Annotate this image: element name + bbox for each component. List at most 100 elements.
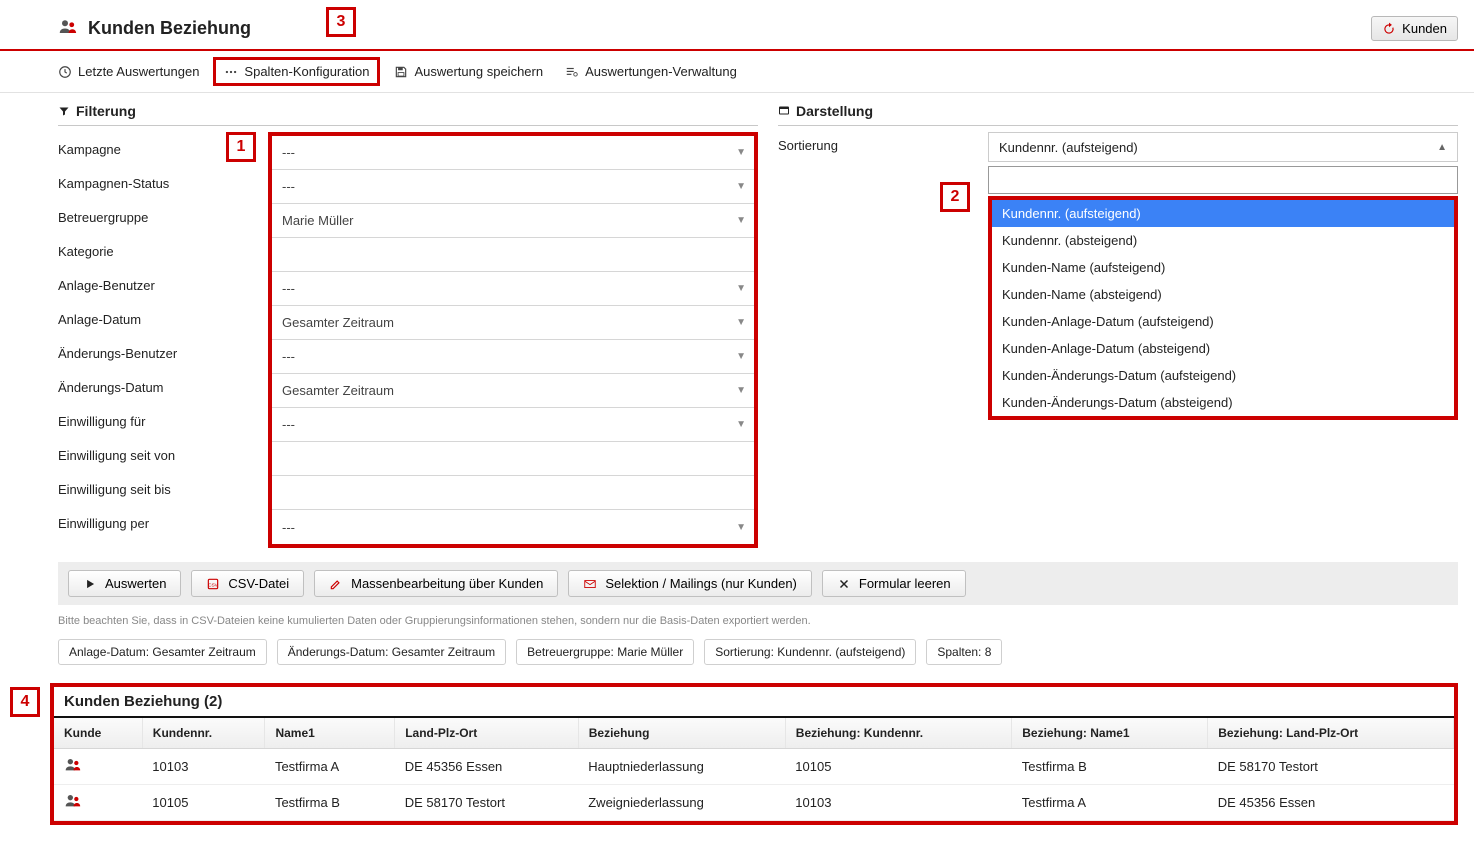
csv-icon: CSV (206, 577, 220, 591)
filter-chip[interactable]: Anlage-Datum: Gesamter Zeitraum (58, 639, 267, 665)
marker-2: 2 (940, 182, 970, 212)
filter-select[interactable] (272, 238, 754, 272)
table-cell: 10103 (785, 785, 1011, 821)
table-header[interactable]: Name1 (265, 718, 395, 749)
table-cell: Hauptniederlassung (578, 749, 785, 785)
table-cell: DE 45356 Essen (1208, 785, 1454, 821)
table-header[interactable]: Kundennr. (142, 718, 265, 749)
chevron-down-icon: ▼ (736, 385, 746, 396)
chevron-down-icon: ▼ (736, 351, 746, 362)
table-header-row: KundeKundennr.Name1Land-Plz-OrtBeziehung… (54, 718, 1454, 749)
sort-select[interactable]: Kundennr. (aufsteigend) ▲ (988, 132, 1458, 162)
filter-chips: Anlage-Datum: Gesamter Zeitraum Änderungs… (58, 639, 1458, 665)
table-cell: Testfirma B (265, 785, 395, 821)
filter-select[interactable]: Marie Müller▼ (272, 204, 754, 238)
csv-note: Bitte beachten Sie, dass in CSV-Dateien … (58, 615, 1458, 627)
filter-select[interactable]: ---▼ (272, 408, 754, 442)
filter-select[interactable]: ---▼ (272, 136, 754, 170)
filter-label: Anlage-Benutzer (58, 268, 268, 302)
table-cell: 10105 (785, 749, 1011, 785)
table-header[interactable]: Beziehung (578, 718, 785, 749)
filter-label: Kategorie (58, 234, 268, 268)
page-header: Kunden Beziehung Kunden (0, 10, 1474, 51)
chevron-down-icon: ▼ (736, 419, 746, 430)
filter-select[interactable]: Gesamter Zeitraum▼ (272, 374, 754, 408)
table-cell: Zweigniederlassung (578, 785, 785, 821)
filter-select[interactable] (272, 476, 754, 510)
table-cell: 10105 (142, 785, 265, 821)
filter-label: Einwilligung per (58, 506, 268, 540)
toolbar-eval-admin[interactable]: Auswertungen-Verwaltung (565, 64, 737, 79)
sort-search-input[interactable] (989, 167, 1457, 193)
table-header[interactable]: Land-Plz-Ort (395, 718, 579, 749)
filter-section-header: Filterung (58, 103, 758, 126)
svg-text:CSV: CSV (209, 582, 219, 587)
table-row[interactable]: 10105Testfirma BDE 58170 TestortZweignie… (54, 785, 1454, 821)
table-header[interactable]: Kunde (54, 718, 142, 749)
toolbar: Letzte Auswertungen Spalten-Konfiguratio… (0, 51, 1474, 93)
people-icon (64, 761, 82, 776)
results-table: KundeKundennr.Name1Land-Plz-OrtBeziehung… (54, 718, 1454, 821)
chevron-up-icon: ▲ (1437, 142, 1447, 153)
action-bar: Auswerten CSV CSV-Datei Massenbearbeitun… (58, 562, 1458, 605)
table-row[interactable]: 10103Testfirma ADE 45356 EssenHauptniede… (54, 749, 1454, 785)
csv-button[interactable]: CSV CSV-Datei (191, 570, 304, 597)
toolbar-last-eval[interactable]: Letzte Auswertungen (58, 64, 199, 79)
filter-label: Anlage-Datum (58, 302, 268, 336)
filter-select[interactable]: Gesamter Zeitraum▼ (272, 306, 754, 340)
table-cell: DE 58170 Testort (395, 785, 579, 821)
table-header[interactable]: Beziehung: Land-Plz-Ort (1208, 718, 1454, 749)
people-icon (58, 18, 78, 39)
table-header[interactable]: Beziehung: Kundennr. (785, 718, 1011, 749)
table-cell: DE 45356 Essen (395, 749, 579, 785)
table-cell: 10103 (142, 749, 265, 785)
dots-icon (224, 65, 238, 79)
mail-icon (583, 577, 597, 591)
display-icon (778, 105, 790, 117)
sort-option[interactable]: Kunden-Änderungs-Datum (absteigend) (992, 389, 1454, 416)
sort-option[interactable]: Kundennr. (aufsteigend) (992, 200, 1454, 227)
sort-option[interactable]: Kunden-Name (aufsteigend) (992, 254, 1454, 281)
sort-option[interactable]: Kundennr. (absteigend) (992, 227, 1454, 254)
sort-search[interactable] (988, 166, 1458, 194)
table-header[interactable]: Beziehung: Name1 (1012, 718, 1208, 749)
toolbar-col-config[interactable]: Spalten-Konfiguration (213, 57, 380, 86)
chevron-down-icon: ▼ (736, 283, 746, 294)
sort-option[interactable]: Kunden-Name (absteigend) (992, 281, 1454, 308)
filter-select[interactable]: ---▼ (272, 340, 754, 374)
filter-label: Einwilligung seit bis (58, 472, 268, 506)
edit-icon (329, 577, 343, 591)
filter-select[interactable]: ---▼ (272, 272, 754, 306)
play-icon (83, 577, 97, 591)
filter-label: Kampagnen-Status (58, 166, 268, 200)
toolbar-save-eval[interactable]: Auswertung speichern (394, 64, 543, 79)
filter-chip[interactable]: Spalten: 8 (926, 639, 1002, 665)
sort-option[interactable]: Kunden-Änderungs-Datum (aufsteigend) (992, 362, 1454, 389)
sort-dropdown: 2 Kundennr. (aufsteigend)Kundennr. (abst… (988, 196, 1458, 420)
close-icon (837, 577, 851, 591)
results-box: 4 Kunden Beziehung (2) KundeKundennr.Nam… (50, 683, 1458, 825)
selection-button[interactable]: Selektion / Mailings (nur Kunden) (568, 570, 812, 597)
filter-chip[interactable]: Änderungs-Datum: Gesamter Zeitraum (277, 639, 506, 665)
sort-option[interactable]: Kunden-Anlage-Datum (absteigend) (992, 335, 1454, 362)
marker-3: 3 (326, 7, 356, 37)
filter-label: Betreuergruppe (58, 200, 268, 234)
marker-4: 4 (10, 687, 40, 717)
list-gear-icon (565, 65, 579, 79)
results-title: Kunden Beziehung (2) (54, 687, 1454, 718)
kunden-button[interactable]: Kunden (1371, 16, 1458, 41)
filter-select[interactable]: ---▼ (272, 170, 754, 204)
evaluate-button[interactable]: Auswerten (68, 570, 181, 597)
filter-chip[interactable]: Betreuergruppe: Marie Müller (516, 639, 694, 665)
sort-option[interactable]: Kunden-Anlage-Datum (aufsteigend) (992, 308, 1454, 335)
mass-edit-button[interactable]: Massenbearbeitung über Kunden (314, 570, 558, 597)
filter-chip[interactable]: Sortierung: Kundennr. (aufsteigend) (704, 639, 916, 665)
filter-select[interactable] (272, 442, 754, 476)
filter-icon (58, 105, 70, 117)
filter-label: Einwilligung für (58, 404, 268, 438)
table-cell: Testfirma A (265, 749, 395, 785)
filter-label: Änderungs-Datum (58, 370, 268, 404)
clock-icon (58, 65, 72, 79)
clear-button[interactable]: Formular leeren (822, 570, 966, 597)
filter-select[interactable]: ---▼ (272, 510, 754, 544)
